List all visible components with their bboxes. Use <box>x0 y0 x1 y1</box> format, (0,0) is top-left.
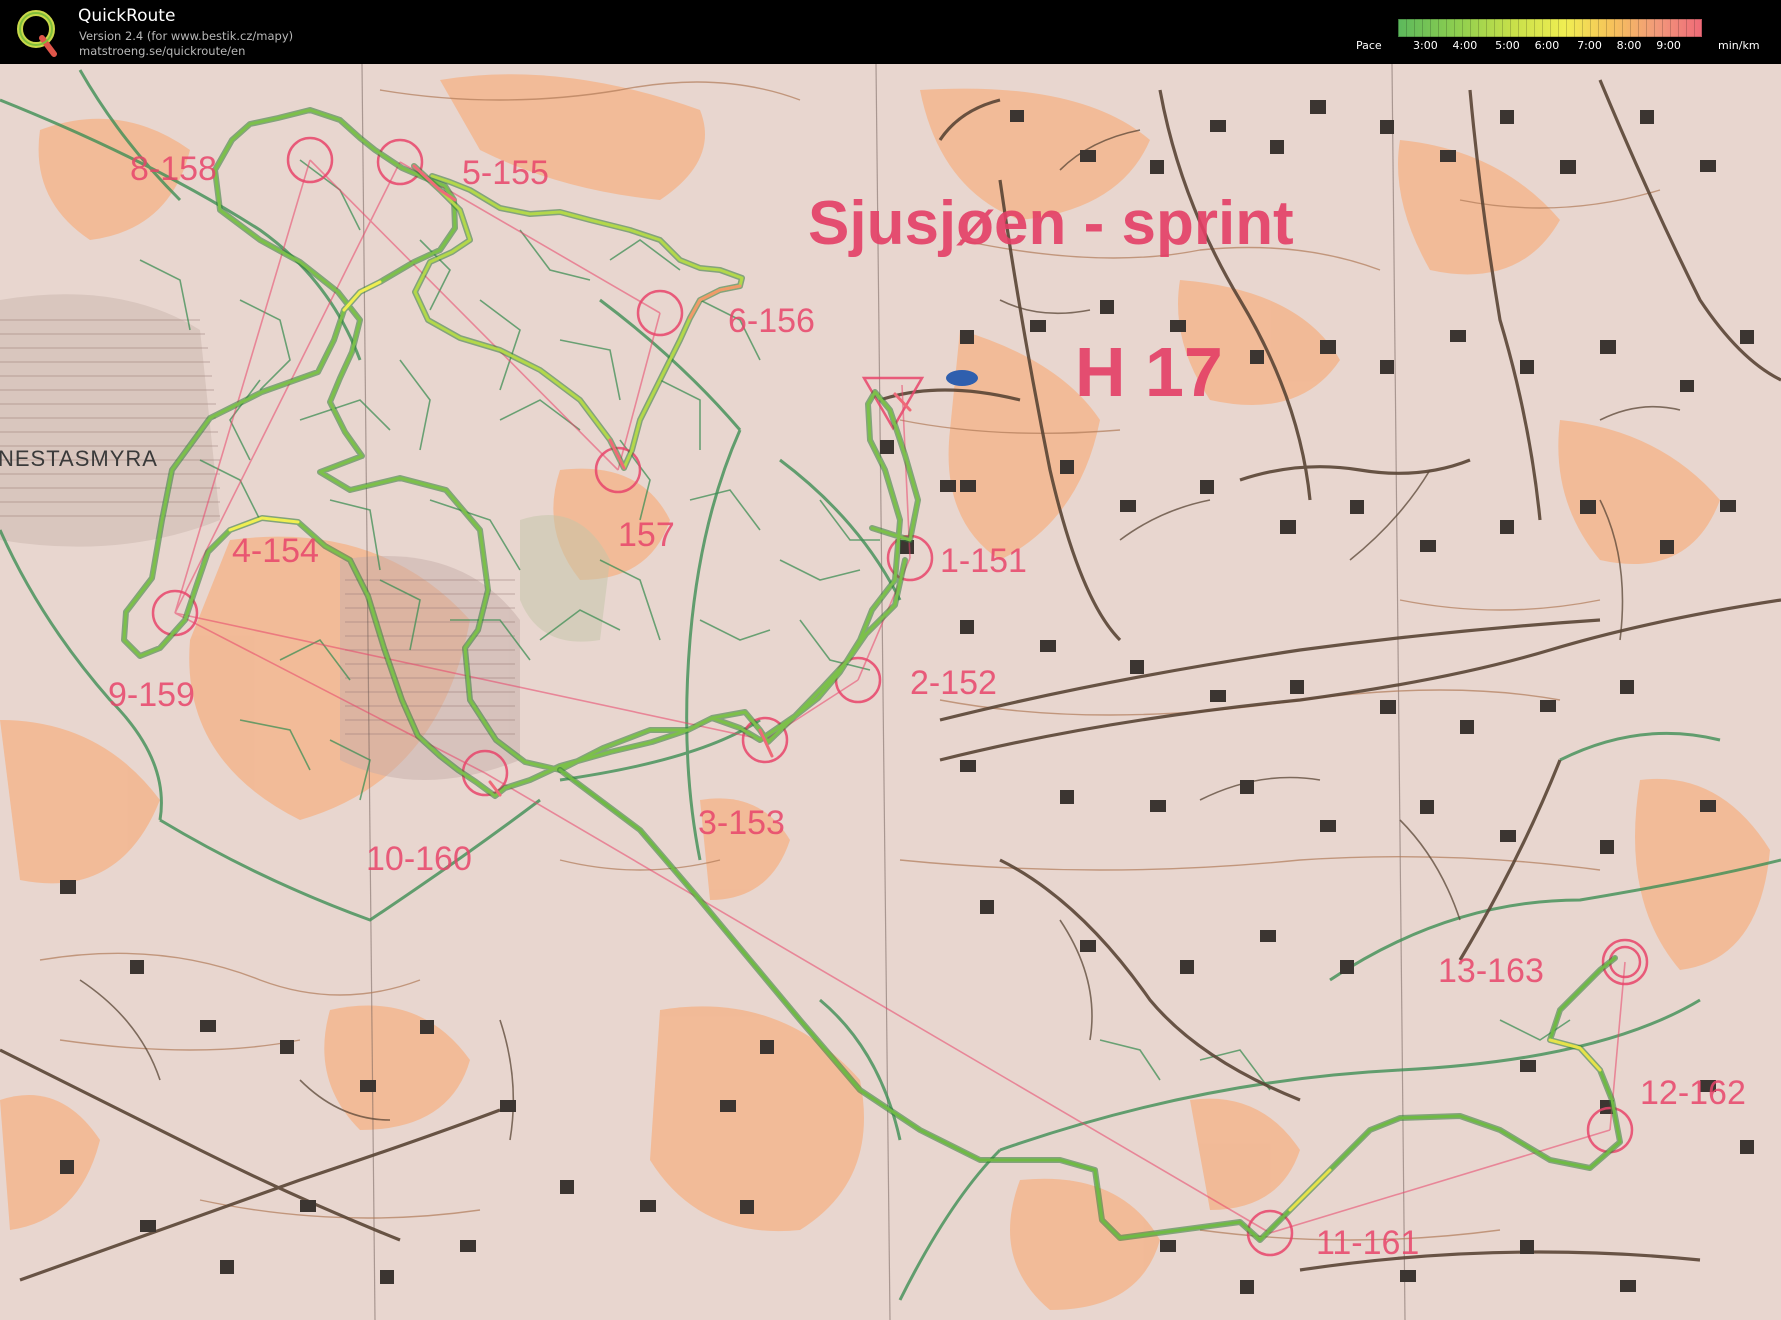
map-class-label: H 17 <box>1075 333 1223 411</box>
control-label: 9-159 <box>108 676 195 714</box>
control-label: 3-153 <box>698 804 785 842</box>
map-title: Sjusjøen - sprint <box>808 189 1294 258</box>
control-label: 12-162 <box>1640 1074 1746 1112</box>
pace-legend-label: Pace <box>1356 39 1382 52</box>
pace-tick: 8:00 <box>1616 39 1642 52</box>
control-label: 157 <box>618 516 675 554</box>
app-name: QuickRoute <box>78 6 176 26</box>
control-label: 11-161 <box>1316 1224 1420 1262</box>
control-label: 10-160 <box>366 840 472 878</box>
orienteering-map[interactable]: Sjusjøen - sprint H 17 NESTASMYRA 1-151 … <box>0 64 1781 1320</box>
control-label: 1-151 <box>940 542 1027 580</box>
pace-tick: 3:00 <box>1413 39 1438 52</box>
pace-color-scale <box>1398 19 1702 37</box>
pace-legend: Pace 3:00 4:00 5:00 6:00 7:00 8:00 9:00 … <box>1340 16 1770 58</box>
control-label: 4-154 <box>232 532 319 570</box>
pace-unit: min/km <box>1718 39 1760 52</box>
app-version: Version 2.4 (for www.bestik.cz/mapy) <box>79 29 294 43</box>
place-name-label: NESTASMYRA <box>0 446 158 471</box>
pace-ticks: 3:00 4:00 5:00 6:00 7:00 8:00 9:00 <box>1398 39 1702 53</box>
pace-tick: 6:00 <box>1534 39 1560 52</box>
pace-tick: 7:00 <box>1577 39 1602 52</box>
title-bar: QuickRoute Version 2.4 (for www.bestik.c… <box>0 0 1781 64</box>
quickroute-logo-icon <box>17 10 57 57</box>
control-label: 5-155 <box>462 154 549 192</box>
control-label: 8-158 <box>130 150 217 188</box>
pace-tick: 4:00 <box>1452 39 1478 52</box>
pond <box>946 370 978 386</box>
control-label: 13-163 <box>1438 952 1544 990</box>
pace-tick: 5:00 <box>1495 39 1520 52</box>
app-website: matstroeng.se/quickroute/en <box>79 44 246 58</box>
control-label: 6-156 <box>728 302 815 340</box>
pace-tick: 9:00 <box>1656 39 1681 52</box>
control-label: 2-152 <box>910 664 997 702</box>
